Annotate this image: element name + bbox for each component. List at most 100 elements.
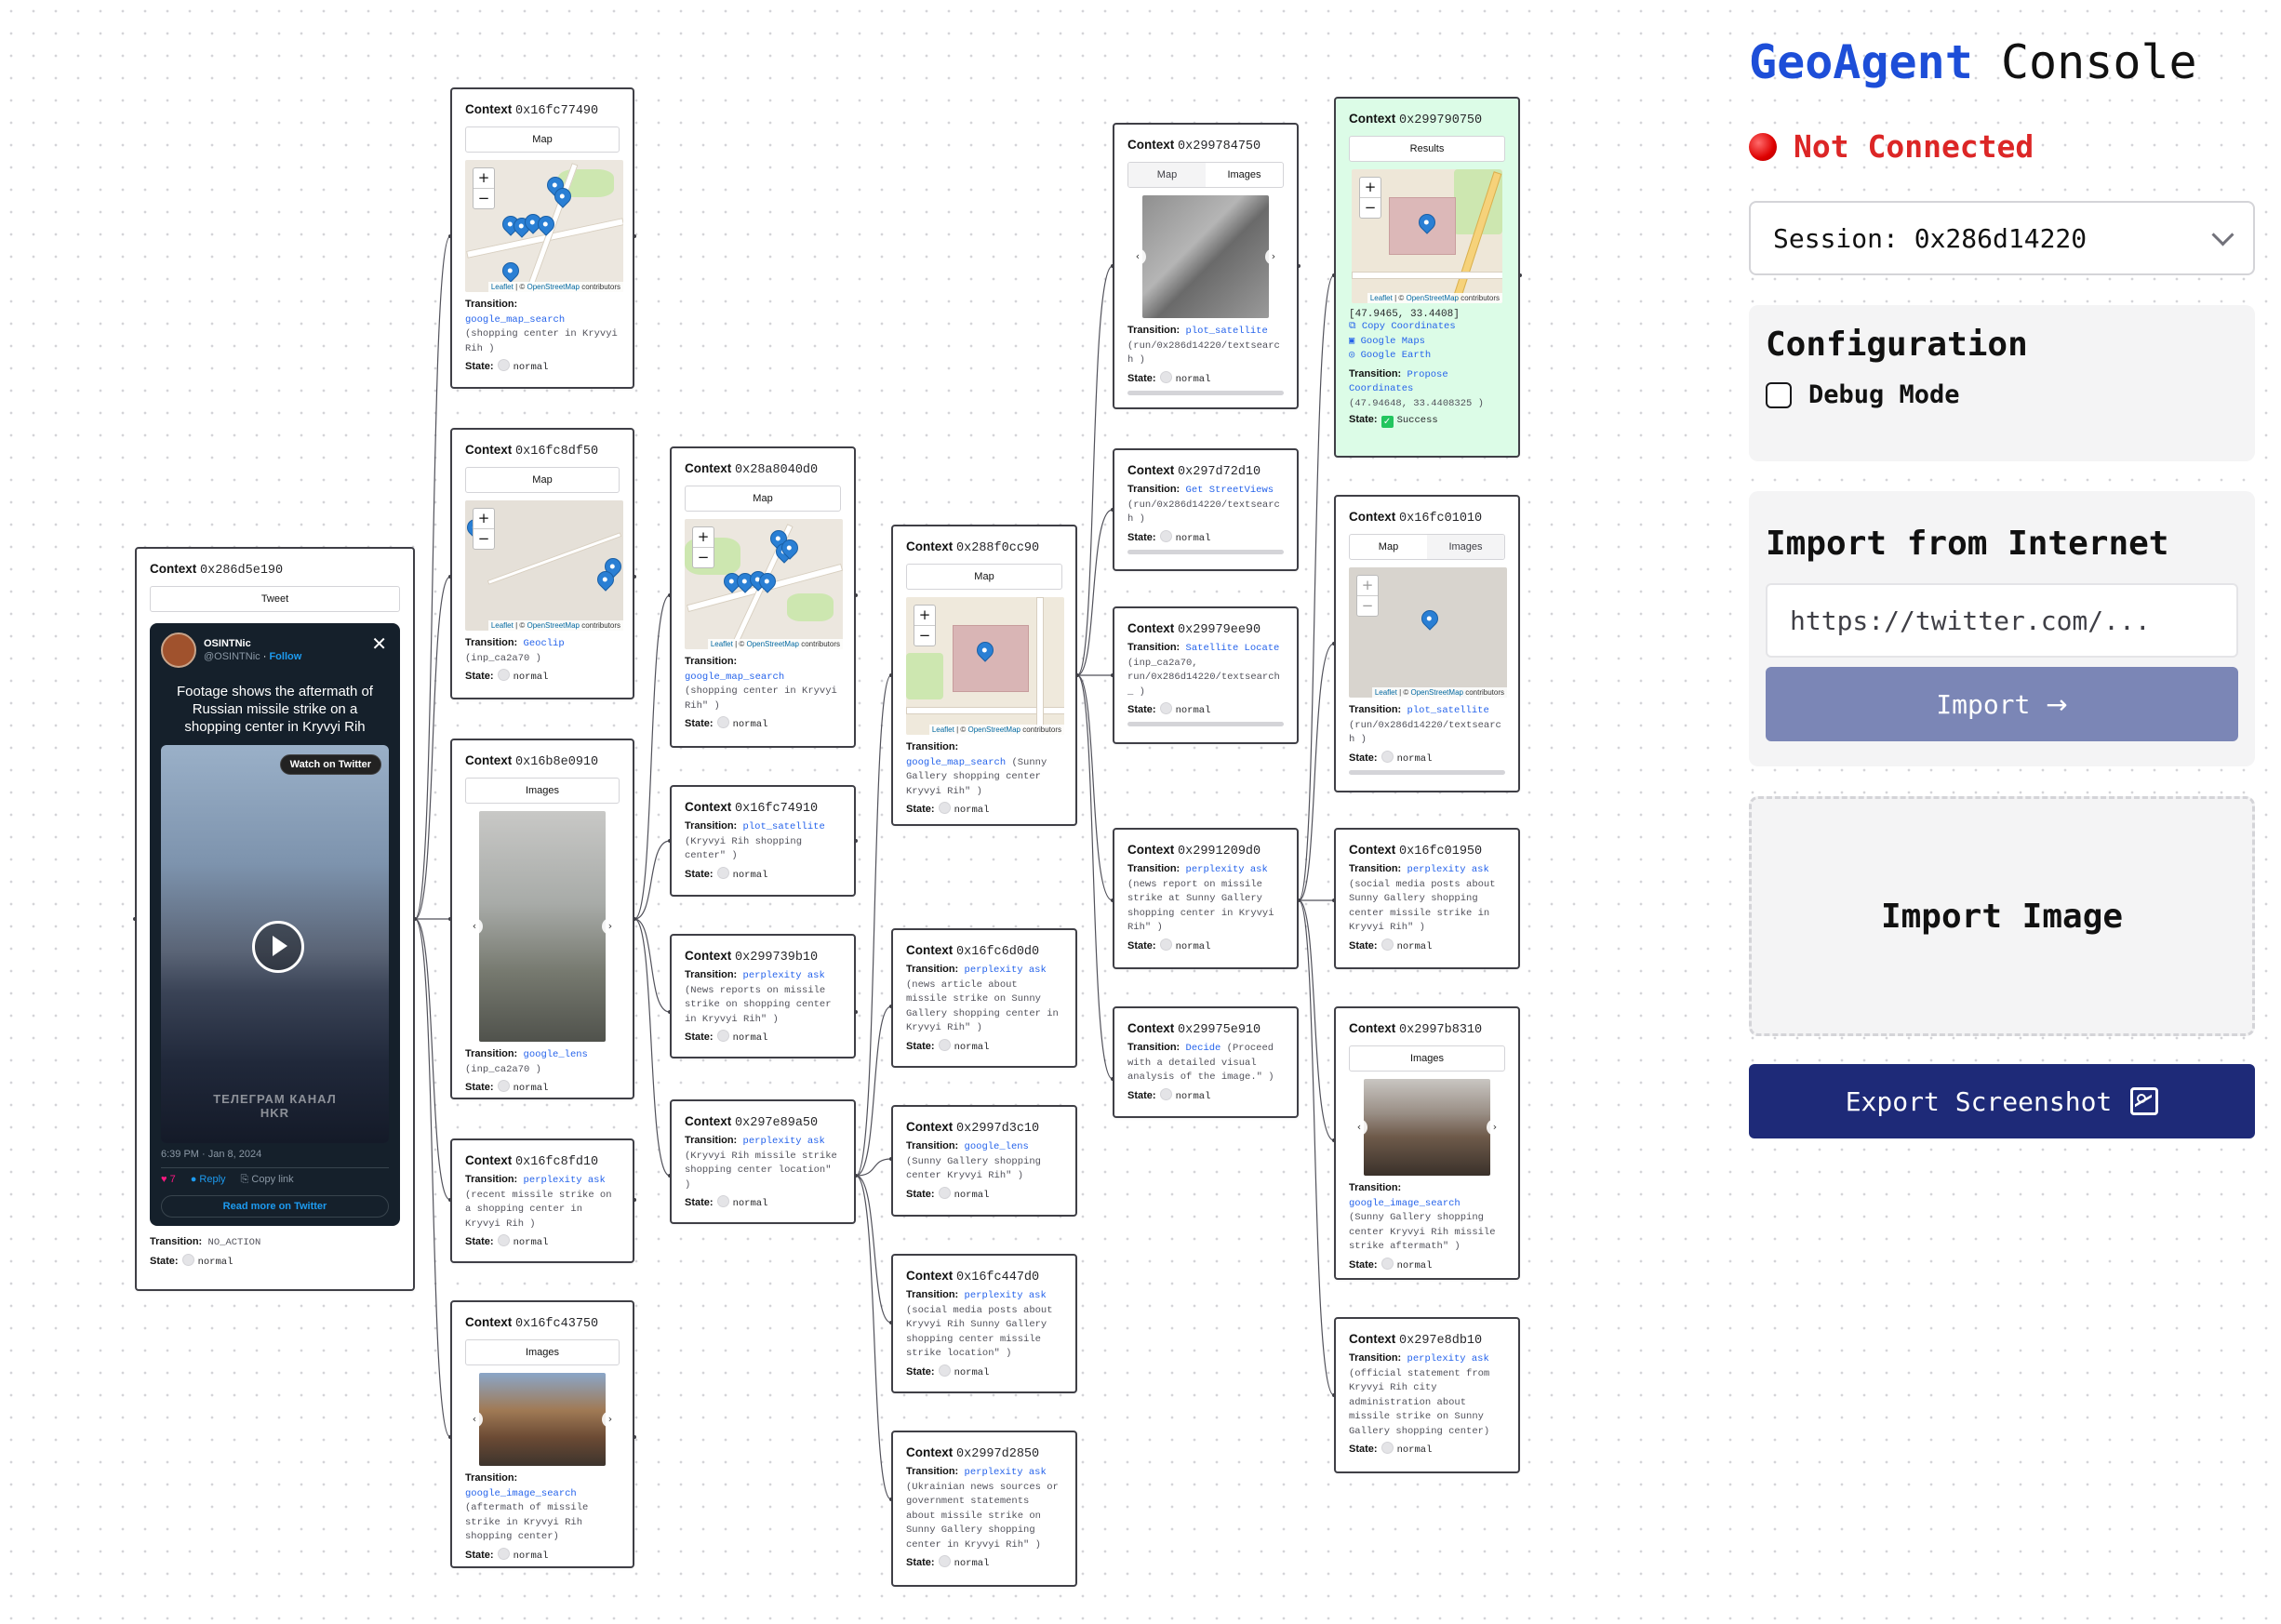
context-node[interactable]: Context 0x299784750 Map Images ‹ › Transi… <box>1113 123 1299 409</box>
tab-images[interactable]: Images <box>1206 163 1283 187</box>
context-node[interactable]: Context 0x2991209d0 Transition: perplexi… <box>1113 828 1299 969</box>
import-image-dropzone[interactable]: Import Image <box>1749 796 2255 1036</box>
map-view[interactable]: + − Leaflet | © OpenStreetMap contributor… <box>465 160 623 292</box>
tab-map[interactable]: Map <box>466 468 619 492</box>
context-node[interactable]: Context 0x16fc447d0 Transition: perplexi… <box>891 1254 1077 1393</box>
function-link[interactable]: perplexity ask <box>1407 1353 1489 1364</box>
prev-arrow-icon[interactable]: ‹ <box>1129 248 1146 265</box>
context-node[interactable]: Context 0x16fc01950 Transition: perplexi… <box>1334 828 1520 969</box>
import-button[interactable]: Import → <box>1766 667 2238 741</box>
prev-arrow-icon[interactable]: ‹ <box>466 1411 483 1428</box>
x-logo-icon[interactable]: ✕ <box>371 632 387 655</box>
watch-on-twitter-button[interactable]: Watch on Twitter <box>279 754 381 775</box>
google-earth-link[interactable]: ◎ Google Earth <box>1349 349 1505 364</box>
function-link[interactable]: perplexity ask <box>524 1175 606 1186</box>
image-carousel[interactable]: ‹ › <box>1351 1079 1503 1176</box>
function-link[interactable]: perplexity ask <box>743 970 825 981</box>
context-node[interactable]: Context 0x16b8e0910 Images ‹ › Transitio… <box>450 739 634 1099</box>
function-link[interactable]: google_map_search <box>465 314 565 326</box>
function-link[interactable]: perplexity ask <box>965 1467 1047 1478</box>
tab-images[interactable]: Images <box>1350 1046 1504 1071</box>
function-link[interactable]: google_map_search <box>685 672 784 683</box>
context-node[interactable]: Context 0x29975e910 Transition: Decide (… <box>1113 1006 1299 1118</box>
prev-arrow-icon[interactable]: ‹ <box>466 918 483 935</box>
reply-button[interactable]: ● Reply <box>191 1174 226 1186</box>
context-node[interactable]: Context 0x2997d2850 Transition: perplexi… <box>891 1431 1077 1587</box>
session-select[interactable]: Session: 0x286d14220 <box>1749 201 2255 275</box>
context-node[interactable]: Context 0x16fc8fd10 Transition: perplexi… <box>450 1138 634 1263</box>
copy-link-button[interactable]: ⎘ Copy link <box>241 1174 294 1186</box>
function-link[interactable]: perplexity ask <box>743 1136 825 1147</box>
horizontal-scrollbar[interactable] <box>1127 390 1284 395</box>
copy-coordinates-link[interactable]: ⧉ Copy Coordinates <box>1349 320 1505 335</box>
tab-map[interactable]: Map <box>686 486 840 511</box>
horizontal-scrollbar[interactable] <box>1127 722 1284 726</box>
satellite-image[interactable]: ‹ › <box>1129 195 1282 318</box>
function-link[interactable]: perplexity ask <box>965 965 1047 976</box>
context-node[interactable]: Context 0x297e89a50 Transition: perplexi… <box>670 1099 856 1224</box>
map-view[interactable]: + − Leaflet | © OpenStreetMap contributor… <box>906 597 1064 735</box>
map-view[interactable]: + − Leaflet | © OpenStreetMap contributor… <box>465 500 623 631</box>
function-link[interactable]: perplexity ask <box>1407 864 1489 875</box>
context-node[interactable]: Context 0x29979ee90 Transition: Satellit… <box>1113 606 1299 744</box>
tab-tweet[interactable]: Tweet <box>151 587 399 611</box>
next-arrow-icon[interactable]: › <box>1487 1119 1503 1136</box>
next-arrow-icon[interactable]: › <box>602 1411 619 1428</box>
function-link[interactable]: google_map_search <box>906 757 1006 768</box>
function-link[interactable]: google_lens <box>524 1049 588 1060</box>
function-link[interactable]: plot_satellite <box>1407 705 1489 716</box>
image-carousel[interactable]: ‹ › <box>466 811 619 1042</box>
context-node[interactable]: Context 0x16fc8df50 Map + − Leaflet | © O… <box>450 428 634 699</box>
context-node[interactable]: Context 0x16fc43750 Images ‹ › Transitio… <box>450 1300 634 1568</box>
function-link[interactable]: google_image_search <box>465 1488 577 1499</box>
embedded-tweet[interactable]: OSINTNic @OSINTNic · Follow ✕ Footage sh… <box>150 623 400 1226</box>
google-maps-link[interactable]: ▣ Google Maps <box>1349 335 1505 350</box>
play-icon[interactable] <box>251 921 304 973</box>
read-more-button[interactable]: Read more on Twitter <box>161 1195 389 1218</box>
context-node[interactable]: Context 0x297e8db10 Transition: perplexi… <box>1334 1317 1520 1473</box>
like-button[interactable]: ♥ 7 <box>161 1174 176 1186</box>
prev-arrow-icon[interactable]: ‹ <box>1351 1119 1367 1136</box>
next-arrow-icon[interactable]: › <box>1265 248 1282 265</box>
context-node[interactable]: Context 0x299739b10 Transition: perplexi… <box>670 934 856 1058</box>
tweet-date[interactable]: 6:39 PM · Jan 8, 2024 <box>161 1149 389 1160</box>
tab-map[interactable]: Map <box>1350 535 1427 559</box>
function-link[interactable]: plot_satellite <box>743 821 825 832</box>
map-view[interactable]: + − Leaflet | © OpenStreetMap contributor… <box>685 519 843 649</box>
context-node[interactable]: Context 0x2997d3c10 Transition: google_l… <box>891 1105 1077 1217</box>
tab-results[interactable]: Results <box>1350 137 1504 161</box>
tab-images[interactable]: Images <box>466 779 619 803</box>
function-link[interactable]: perplexity ask <box>965 1290 1047 1301</box>
function-link[interactable]: Decide <box>1186 1043 1221 1054</box>
function-link[interactable]: Geoclip <box>524 638 565 649</box>
horizontal-scrollbar[interactable] <box>1127 549 1284 554</box>
context-node[interactable]: Context 0x288f0cc90 Map + − Leaflet | © O… <box>891 525 1077 826</box>
function-link[interactable]: google_lens <box>965 1141 1029 1152</box>
function-link[interactable]: google_image_search <box>1349 1198 1461 1209</box>
checkbox[interactable] <box>1766 381 1792 408</box>
context-node[interactable]: Context 0x28a8040d0 Map + − Leaflet | © O… <box>670 446 856 748</box>
tab-images[interactable]: Images <box>466 1340 619 1364</box>
image-carousel[interactable]: ‹ › <box>466 1373 619 1466</box>
tab-map[interactable]: Map <box>1128 163 1206 187</box>
function-link[interactable]: perplexity ask <box>1186 864 1268 875</box>
debug-mode-toggle[interactable]: Debug Mode <box>1766 380 2238 409</box>
map-view[interactable]: + − Leaflet | © OpenStreetMap contributor… <box>1349 567 1507 698</box>
context-node[interactable]: Context 0x297d72d10 Transition: Get Stre… <box>1113 448 1299 571</box>
context-node-result[interactable]: Context 0x299790750 Results + − Leaflet |… <box>1334 97 1520 458</box>
context-node[interactable]: Context 0x16fc6d0d0 Transition: perplexi… <box>891 928 1077 1068</box>
context-node-root[interactable]: Context 0x286d5e190 Tweet OSINTNic @OSIN… <box>135 547 415 1291</box>
tab-map[interactable]: Map <box>907 565 1061 589</box>
function-link[interactable]: Get StreetViews <box>1186 485 1274 496</box>
context-node[interactable]: Context 0x2997b8310 Images ‹ › Transitio… <box>1334 1006 1520 1280</box>
tab-map[interactable]: Map <box>466 127 619 152</box>
follow-link[interactable]: Follow <box>269 651 301 662</box>
map-view[interactable]: + − Leaflet | © OpenStreetMap contributor… <box>1352 169 1502 303</box>
next-arrow-icon[interactable]: › <box>602 918 619 935</box>
context-node[interactable]: Context 0x16fc74910 Transition: plot_sat… <box>670 785 856 897</box>
export-screenshot-button[interactable]: Export Screenshot <box>1749 1064 2255 1138</box>
function-link[interactable]: Satellite Locate <box>1186 643 1280 654</box>
tweet-video[interactable]: Watch on Twitter ТЕЛЕГРАМ КАНАЛ HKR <box>161 745 389 1143</box>
context-node[interactable]: Context 0x16fc77490 Map + − Leaflet | © O… <box>450 87 634 389</box>
context-node[interactable]: Context 0x16fc01010 Map Images + − Leaflet… <box>1334 495 1520 792</box>
